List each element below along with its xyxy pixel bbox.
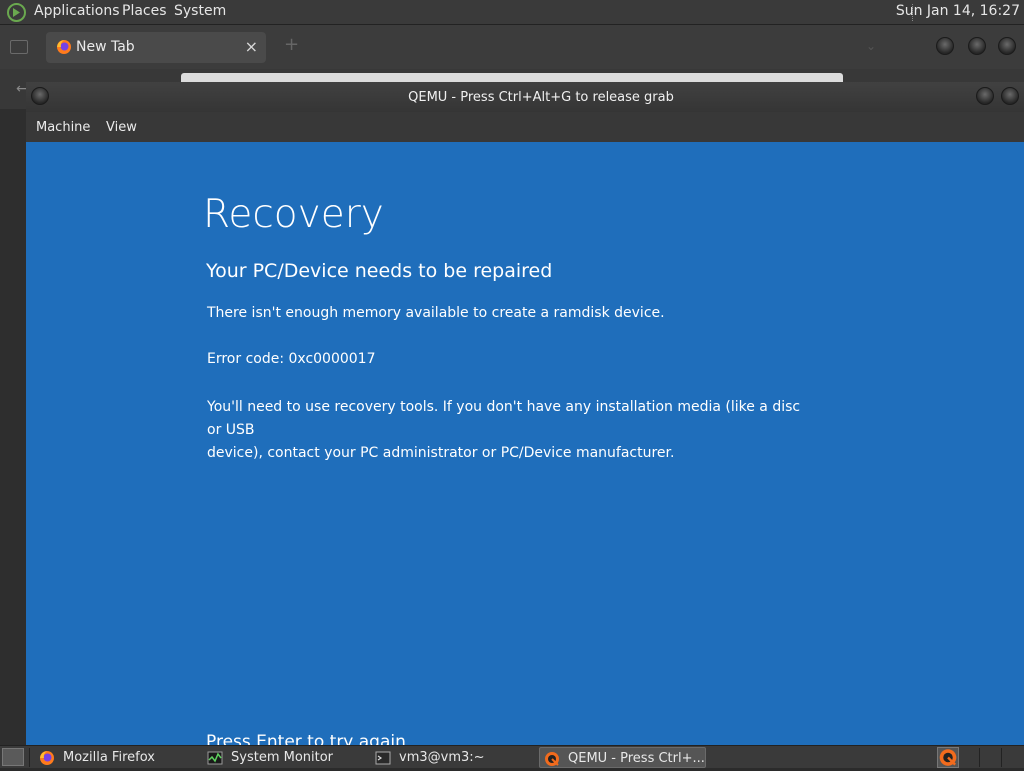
chevron-down-icon[interactable]: ⌄ [866, 39, 876, 53]
recovery-title: Recovery [203, 192, 384, 237]
maximize-icon[interactable] [968, 37, 986, 55]
qemu-window: QEMU - Press Ctrl+Alt+G to release grab … [26, 82, 1024, 745]
qemu-icon [545, 752, 559, 766]
taskbar-item-firefox[interactable]: Mozilla Firefox [39, 747, 199, 768]
terminal-icon [375, 751, 391, 765]
tab-label: New Tab [76, 39, 135, 55]
recovery-instructions: You'll need to use recovery tools. If yo… [207, 396, 807, 465]
system-monitor-icon [207, 751, 223, 765]
view-menu[interactable]: View [106, 120, 137, 135]
clock[interactable]: Sun Jan 14, 16:27 [896, 3, 1020, 19]
minimize-icon[interactable] [936, 37, 954, 55]
machine-menu[interactable]: Machine [36, 120, 90, 135]
taskbar-separator [1001, 748, 1002, 767]
recovery-subtitle: Your PC/Device needs to be repaired [206, 260, 553, 282]
taskbar: Mozilla Firefox System Monitor vm3@vm3:~… [0, 745, 1024, 768]
applications-menu[interactable]: Applications [34, 3, 120, 19]
firefox-icon [57, 40, 71, 54]
tab-new-tab[interactable]: New Tab × [46, 32, 266, 63]
qemu-title: QEMU - Press Ctrl+Alt+G to release grab [408, 90, 674, 105]
system-menu[interactable]: System [174, 3, 226, 19]
recovery-instructions-line-1: You'll need to use recovery tools. If yo… [207, 399, 801, 438]
sidebar-toggle-icon[interactable] [10, 40, 28, 54]
show-desktop-icon[interactable] [2, 748, 24, 766]
error-code: Error code: 0xc0000017 [207, 351, 376, 367]
press-enter-prompt: Press Enter to try again [206, 732, 406, 745]
taskbar-item-label: System Monitor [231, 750, 334, 765]
taskbar-item-label: Mozilla Firefox [63, 750, 155, 765]
recovery-instructions-line-2: device), contact your PC administrator o… [207, 445, 675, 461]
top-panel: Applications Places System Sun Jan 14, 1… [0, 0, 1024, 25]
tab-close-icon[interactable]: × [245, 37, 258, 56]
recovery-message: There isn't enough memory available to c… [207, 305, 665, 321]
taskbar-item-terminal[interactable]: vm3@vm3:~ [375, 747, 535, 768]
firefox-tab-bar: New Tab × + ⌄ [0, 25, 1024, 69]
qemu-menu-bar: Machine View [26, 112, 1024, 142]
firefox-left-edge [0, 109, 26, 745]
taskbar-item-label: vm3@vm3:~ [399, 750, 485, 765]
new-tab-icon[interactable]: + [284, 34, 299, 55]
qemu-icon [939, 749, 957, 766]
vm-display[interactable]: Recovery Your PC/Device needs to be repa… [26, 142, 1024, 745]
maximize-icon[interactable] [1001, 87, 1019, 105]
places-menu[interactable]: Places [122, 3, 167, 19]
minimize-icon[interactable] [976, 87, 994, 105]
taskbar-separator [29, 748, 30, 767]
qemu-title-bar[interactable]: QEMU - Press Ctrl+Alt+G to release grab [26, 82, 1024, 112]
taskbar-item-system-monitor[interactable]: System Monitor [207, 747, 367, 768]
taskbar-item-label: QEMU - Press Ctrl+... [568, 751, 705, 766]
tray-qemu-icon[interactable] [937, 747, 959, 768]
distro-logo-icon[interactable] [7, 3, 26, 22]
close-icon[interactable] [998, 37, 1016, 55]
firefox-icon [40, 751, 54, 765]
taskbar-item-qemu[interactable]: QEMU - Press Ctrl+... [539, 747, 706, 768]
taskbar-separator [979, 748, 980, 767]
